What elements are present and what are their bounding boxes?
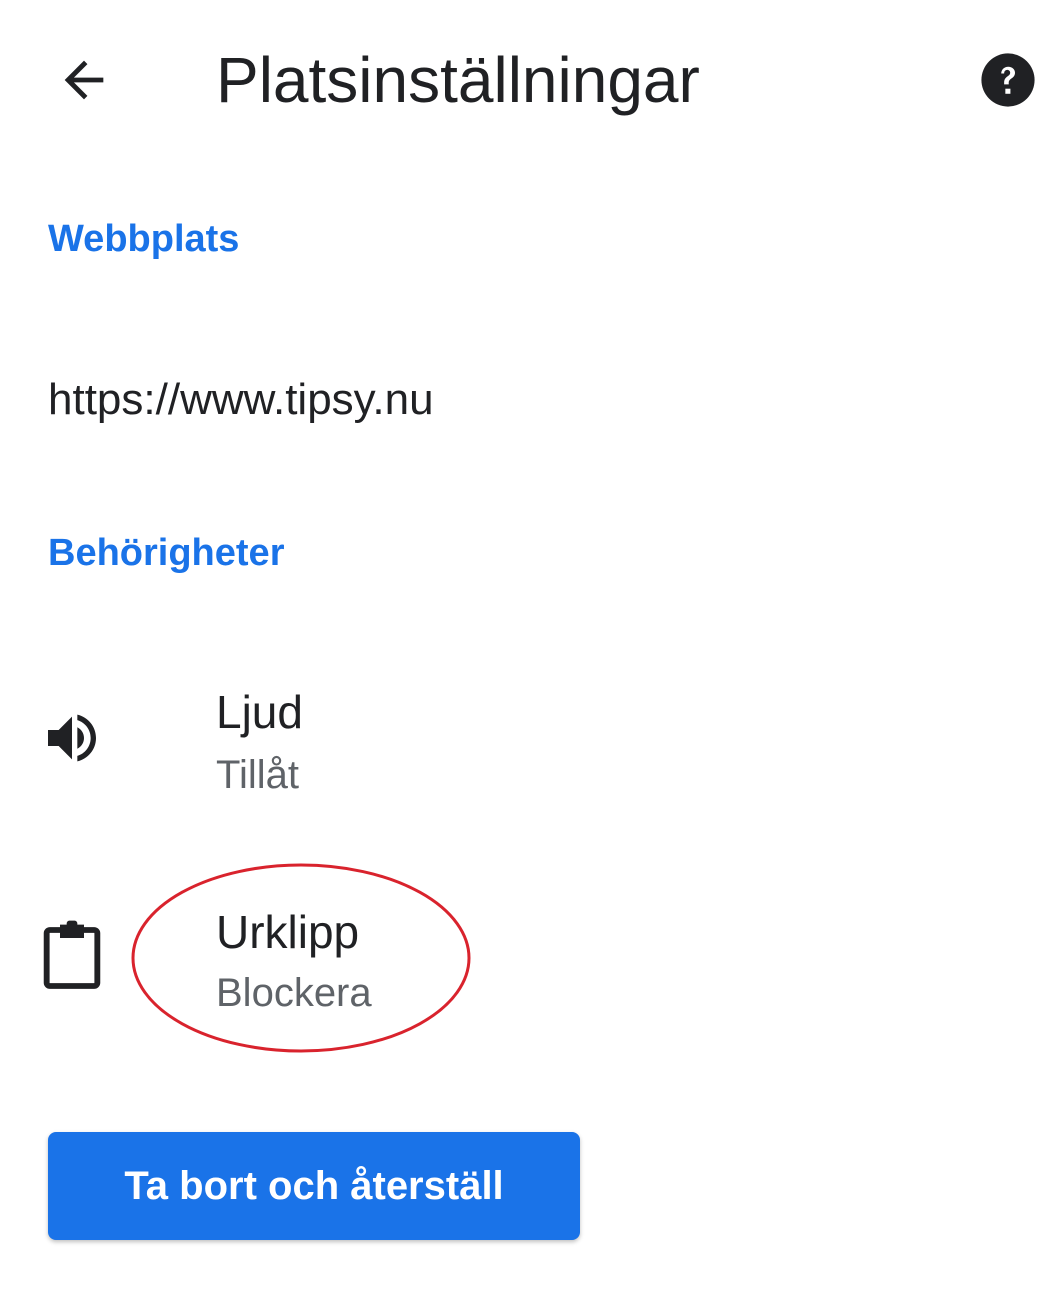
- reset-button[interactable]: Ta bort och återställ: [48, 1132, 580, 1240]
- volume-icon: [48, 714, 96, 762]
- app-bar: Platsinställningar: [0, 0, 1046, 160]
- volume-icon-wrap: [40, 706, 104, 770]
- permission-status: Tillåt: [216, 753, 299, 797]
- section-header-permissions: Behörigheter: [48, 532, 285, 574]
- clipboard-icon: [43, 920, 101, 989]
- back-button[interactable]: [40, 36, 128, 124]
- clipboard-icon-wrap: [40, 920, 104, 989]
- page-title: Platsinställningar: [216, 44, 700, 116]
- section-header-website: Webbplats: [48, 218, 240, 260]
- help-icon: [981, 53, 1035, 107]
- permission-status: Blockera: [216, 971, 372, 1015]
- arrow-back-icon: [64, 60, 104, 100]
- help-button[interactable]: [972, 44, 1044, 116]
- permission-item-sound[interactable]: Ljud Tillåt: [0, 660, 1046, 830]
- site-url: https://www.tipsy.nu: [48, 375, 434, 424]
- permission-title: Urklipp: [216, 906, 360, 958]
- permission-item-clipboard[interactable]: Urklipp Blockera: [0, 880, 1046, 1050]
- permission-title: Ljud: [216, 686, 303, 738]
